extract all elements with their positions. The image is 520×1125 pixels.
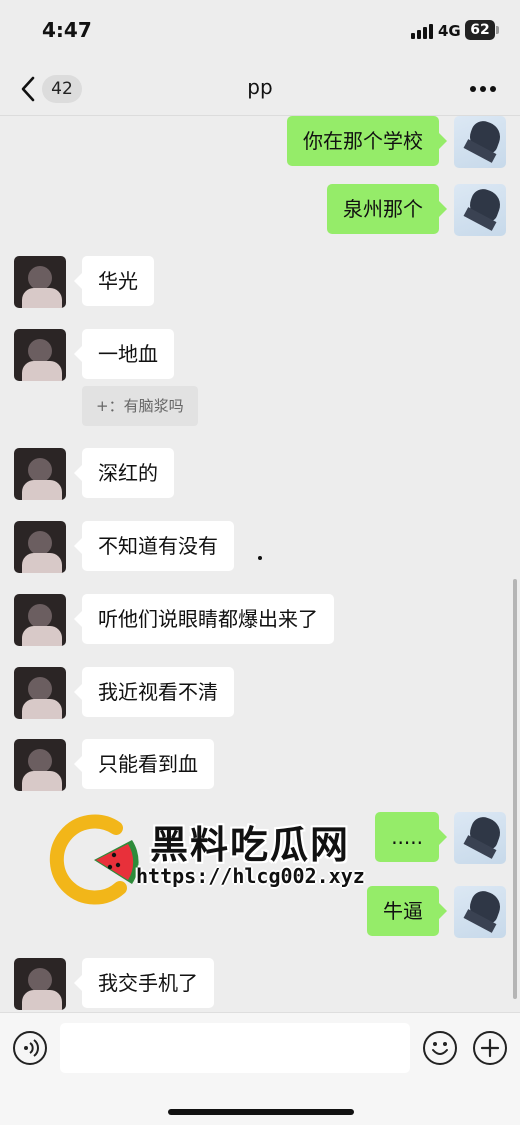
input-bar	[0, 1012, 520, 1125]
contact-avatar[interactable]	[14, 329, 66, 381]
signal-icon	[411, 23, 433, 39]
more-dots-icon[interactable]	[470, 86, 498, 94]
voice-icon[interactable]	[13, 1031, 47, 1065]
message-bubble[interactable]: 我交手机了	[74, 958, 214, 1008]
my-avatar[interactable]	[454, 812, 506, 864]
message-bubble[interactable]: 我近视看不清	[74, 667, 234, 717]
network-type: 4G	[438, 22, 461, 40]
chat-title: pp	[247, 75, 273, 99]
status-bar: 4:47 4G 62	[0, 0, 520, 62]
message-bubble[interactable]: 只能看到血	[74, 739, 214, 789]
battery-icon: 62	[465, 20, 499, 40]
watermark-url: https://hlcg002.xyz	[136, 864, 365, 888]
contact-avatar[interactable]	[14, 958, 66, 1010]
watermark-name: 黑料吃瓜网	[150, 823, 351, 867]
watermelon-logo-icon	[49, 814, 139, 905]
contact-avatar[interactable]	[14, 521, 66, 573]
message-bubble[interactable]: 听他们说眼睛都爆出来了	[74, 594, 334, 644]
emoji-icon[interactable]	[423, 1031, 457, 1065]
message-input[interactable]	[60, 1023, 410, 1073]
message-bubble[interactable]: 不知道有没有	[74, 521, 234, 571]
message-bubble[interactable]: 一地血	[74, 329, 174, 379]
message-bubble[interactable]: 深红的	[74, 448, 174, 498]
message-bubble[interactable]: 泉州那个	[327, 184, 447, 234]
plus-icon[interactable]	[473, 1031, 507, 1065]
contact-avatar[interactable]	[14, 667, 66, 719]
my-avatar[interactable]	[454, 886, 506, 938]
contact-avatar[interactable]	[14, 256, 66, 308]
watermark: 黑料吃瓜网 https://hlcg002.xyz	[46, 810, 386, 910]
scrollbar[interactable]	[513, 579, 517, 999]
status-time: 4:47	[42, 18, 92, 42]
contact-avatar[interactable]	[14, 448, 66, 500]
my-avatar[interactable]	[454, 184, 506, 236]
message-bubble[interactable]: 你在那个学校	[287, 116, 447, 166]
message-bubble[interactable]: 华光	[74, 256, 154, 306]
quoted-reply[interactable]: +：有脑浆吗	[82, 386, 198, 426]
chat-header: 42 pp	[0, 62, 520, 116]
contact-avatar[interactable]	[14, 594, 66, 646]
stray-dot	[258, 556, 262, 560]
contact-avatar[interactable]	[14, 739, 66, 791]
my-avatar[interactable]	[454, 116, 506, 168]
home-indicator[interactable]	[168, 1109, 354, 1115]
